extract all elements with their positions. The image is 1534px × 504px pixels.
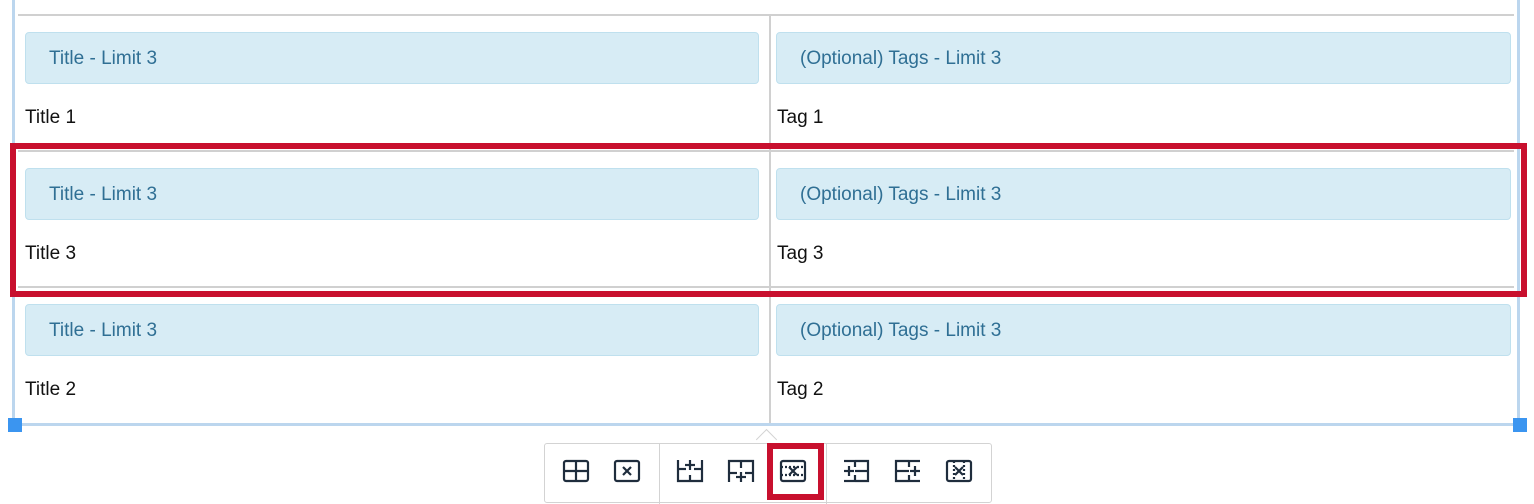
delete-column-button[interactable] — [944, 456, 974, 486]
insert-row-after-button[interactable] — [726, 456, 756, 486]
insert-column-before-button[interactable] — [841, 456, 871, 486]
resize-handle-bottom-left[interactable] — [8, 418, 22, 432]
title-value[interactable]: Title 2 — [25, 378, 76, 402]
toolbar-separator — [659, 444, 660, 504]
insert-column-after-icon — [894, 459, 920, 483]
highlighted-button-outline — [767, 443, 824, 500]
row-divider — [18, 14, 1514, 16]
resize-handle-bottom-right[interactable] — [1513, 418, 1527, 432]
insert-column-before-icon — [844, 459, 870, 483]
delete-table-icon — [613, 459, 641, 483]
tags-field-label: (Optional) Tags - Limit 3 — [776, 304, 1511, 356]
title-value[interactable]: Title 1 — [25, 106, 76, 130]
toolbar-separator — [826, 444, 827, 504]
table-properties-icon — [562, 459, 590, 483]
insert-column-after-button[interactable] — [893, 456, 923, 486]
insert-row-before-icon — [676, 460, 704, 483]
tags-value[interactable]: Tag 1 — [777, 106, 823, 130]
tags-field-label: (Optional) Tags - Limit 3 — [776, 32, 1511, 84]
insert-row-after-icon — [727, 459, 755, 482]
table-properties-button[interactable] — [561, 456, 591, 486]
highlighted-row-outline — [10, 143, 1527, 297]
delete-column-icon — [945, 459, 973, 483]
delete-table-button[interactable] — [612, 456, 642, 486]
tags-value[interactable]: Tag 2 — [777, 378, 823, 402]
title-field-label: Title - Limit 3 — [25, 304, 759, 356]
title-field-label: Title - Limit 3 — [25, 32, 759, 84]
insert-row-before-button[interactable] — [675, 456, 705, 486]
